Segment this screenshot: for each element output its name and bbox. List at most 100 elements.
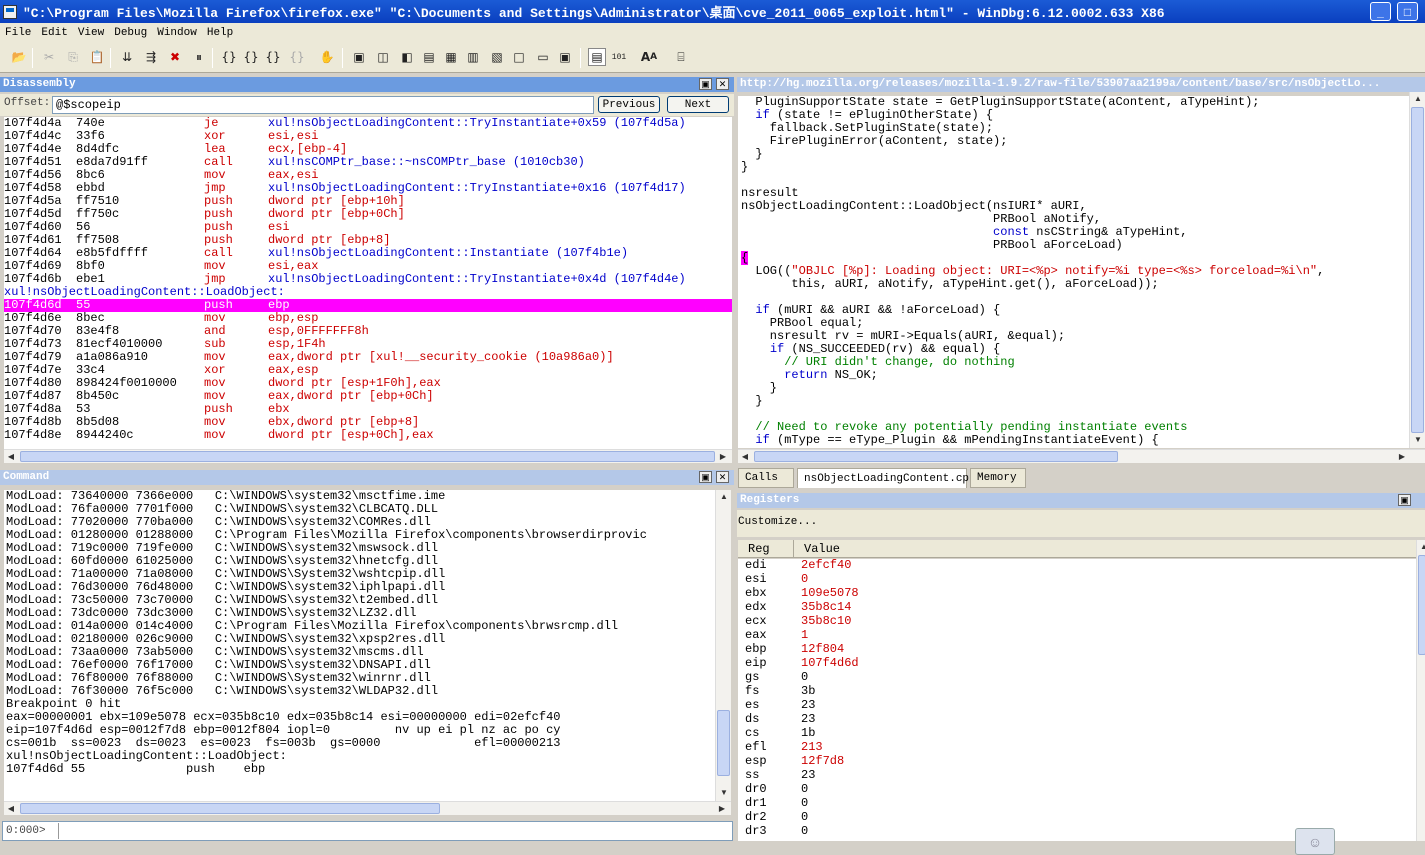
source-mode-icon[interactable]: ▤ xyxy=(588,48,606,66)
maximize-button[interactable]: □ xyxy=(1397,2,1418,21)
next-button[interactable]: Next xyxy=(667,96,729,113)
minimize-button[interactable]: _ xyxy=(1370,2,1391,21)
registers-window-icon[interactable]: ▤ xyxy=(420,48,438,66)
options-icon[interactable]: ▣ xyxy=(556,48,574,66)
register-row[interactable]: dr0 0 xyxy=(738,783,1416,797)
command-close-icon[interactable]: ✕ xyxy=(716,471,729,483)
source-view[interactable]: PluginSupportState state = GetPluginSupp… xyxy=(738,96,1409,448)
source-line[interactable]: FirePluginError(aContent, state); xyxy=(741,135,1409,148)
previous-button[interactable]: Previous xyxy=(598,96,660,113)
disassembly-row[interactable]: 107f4d5d ff750c push dword ptr [ebp+0Ch] xyxy=(4,208,732,221)
register-row[interactable]: eax 1 xyxy=(738,629,1416,643)
command-hscroll[interactable]: ◀ ▶ xyxy=(4,801,731,815)
offset-input[interactable] xyxy=(52,96,594,114)
menu-debug[interactable]: Debug xyxy=(109,27,152,39)
source-line[interactable]: PRBool aForceLoad) xyxy=(741,239,1409,252)
current-instruction-row[interactable]: 107f4d6d 55 push ebp xyxy=(4,299,732,312)
register-value[interactable]: 3b xyxy=(801,685,815,698)
menu-window[interactable]: Window xyxy=(152,27,202,39)
memory-window-icon[interactable]: ▦ xyxy=(442,48,460,66)
source-vscroll[interactable]: ▲ ▼ xyxy=(1409,92,1425,448)
hex-mode-icon[interactable]: 101 xyxy=(610,48,628,66)
register-row[interactable]: ebp 12f804 xyxy=(738,643,1416,657)
command-vscroll[interactable]: ▲ ▼ xyxy=(715,490,731,801)
value-column-header[interactable]: Value xyxy=(804,543,840,556)
register-value[interactable]: 107f4d6d xyxy=(801,657,859,670)
options-dialog-icon[interactable]: ⌸ xyxy=(672,48,690,66)
cut-icon[interactable]: ✂ xyxy=(40,48,58,66)
registers-list[interactable]: edi 2efcf40 esi 0 ebx 109e5078 edx 35b8c14 ecx 35… xyxy=(738,559,1416,841)
register-row[interactable]: efl 213 xyxy=(738,741,1416,755)
disassembly-row[interactable]: 107f4d64 e8b5fdffff call xul!nsObjectLoadin… xyxy=(4,247,732,260)
register-row[interactable]: dr1 0 xyxy=(738,797,1416,811)
menu-edit[interactable]: Edit xyxy=(36,27,72,39)
register-value[interactable]: 35b8c14 xyxy=(801,601,851,614)
register-row[interactable]: fs 3b xyxy=(738,685,1416,699)
disassembly-row[interactable]: 107f4d51 e8da7d91ff call xul!nsCOMPtr_base:… xyxy=(4,156,732,169)
processes-threads-icon[interactable]: ▭ xyxy=(534,48,552,66)
restart-icon[interactable]: ⇶ xyxy=(142,48,160,66)
register-row[interactable]: cs 1b xyxy=(738,727,1416,741)
register-row[interactable]: ebx 109e5078 xyxy=(738,587,1416,601)
source-line[interactable]: return NS_OK; xyxy=(741,369,1409,382)
menu-file[interactable]: File xyxy=(0,27,36,39)
register-value[interactable]: 1b xyxy=(801,727,815,740)
disassembly-view[interactable]: 107f4d4a 740e je xul!nsObjectLoadingContent… xyxy=(4,117,732,449)
source-title-bar[interactable]: http://hg.mozilla.org/releases/mozilla-1… xyxy=(737,77,1425,92)
stop-debugging-icon[interactable]: ✖ xyxy=(166,48,184,66)
register-value[interactable]: 0 xyxy=(801,825,808,838)
scratch-pad-icon[interactable]: □ xyxy=(510,48,528,66)
tab-memory[interactable]: Memory xyxy=(970,468,1026,488)
register-value[interactable]: 23 xyxy=(801,713,815,726)
disassembly-hscroll[interactable]: ◀ ▶ xyxy=(4,449,732,463)
watch-window-icon[interactable]: ◫ xyxy=(374,48,392,66)
disassembly-row[interactable]: 107f4d87 8b450c mov eax,dword ptr [ebp+0Ch] xyxy=(4,390,732,403)
menu-view[interactable]: View xyxy=(73,27,109,39)
register-value[interactable]: 0 xyxy=(801,783,808,796)
step-out-icon[interactable]: {} xyxy=(264,48,282,66)
register-value[interactable]: 23 xyxy=(801,699,815,712)
reg-column-header[interactable]: Reg xyxy=(748,543,770,556)
paste-icon[interactable]: 📋 xyxy=(88,48,106,66)
command-window-icon[interactable]: ▣ xyxy=(350,48,368,66)
source-line[interactable]: if (mType == eType_Plugin && mPendingIns… xyxy=(741,434,1409,447)
step-into-icon[interactable]: {} xyxy=(220,48,238,66)
registers-vscroll[interactable]: ▲ xyxy=(1416,540,1425,841)
register-value[interactable]: 0 xyxy=(801,811,808,824)
source-line[interactable]: } xyxy=(741,161,1409,174)
command-dock-icon[interactable]: ▣ xyxy=(699,471,712,483)
register-value[interactable]: 12f804 xyxy=(801,643,844,656)
registers-dock-icon[interactable]: ▣ xyxy=(1398,494,1411,506)
disassembly-row[interactable]: xul!nsObjectLoadingContent::LoadObject: xyxy=(4,286,732,299)
register-row[interactable]: esp 12f7d8 xyxy=(738,755,1416,769)
register-row[interactable]: eip 107f4d6d xyxy=(738,657,1416,671)
tab-source-file[interactable]: nsObjectLoadingContent.cpp xyxy=(797,468,976,488)
disassembly-dock-icon[interactable]: ▣ xyxy=(699,78,712,90)
command-input[interactable] xyxy=(58,823,730,839)
register-value[interactable]: 0 xyxy=(801,797,808,810)
disassembly-row[interactable]: 107f4d79 a1a086a910 mov eax,dword ptr [xul!… xyxy=(4,351,732,364)
register-row[interactable]: ss 23 xyxy=(738,769,1416,783)
command-title-bar[interactable]: Command xyxy=(0,470,734,485)
call-stack-window-icon[interactable]: ▥ xyxy=(464,48,482,66)
register-row[interactable]: dr2 0 xyxy=(738,811,1416,825)
tab-calls[interactable]: Calls xyxy=(738,468,794,488)
register-value[interactable]: 12f7d8 xyxy=(801,755,844,768)
registers-title-bar[interactable]: Registers xyxy=(737,493,1425,508)
register-row[interactable]: ecx 35b8c10 xyxy=(738,615,1416,629)
source-line[interactable]: } xyxy=(741,382,1409,395)
qq-tray-icon[interactable]: ☺ xyxy=(1295,828,1335,855)
source-hscroll[interactable]: ◀ ▶ xyxy=(738,449,1425,463)
step-over-icon[interactable]: {} xyxy=(242,48,260,66)
register-row[interactable]: esi 0 xyxy=(738,573,1416,587)
register-row[interactable]: es 23 xyxy=(738,699,1416,713)
register-value[interactable]: 0 xyxy=(801,573,808,586)
register-value[interactable]: 35b8c10 xyxy=(801,615,851,628)
register-value[interactable]: 23 xyxy=(801,769,815,782)
run-to-cursor-icon[interactable]: {} xyxy=(288,48,306,66)
hand-icon[interactable]: ✋ xyxy=(318,48,336,66)
register-value[interactable]: 1 xyxy=(801,629,808,642)
register-row[interactable]: edi 2efcf40 xyxy=(738,559,1416,573)
disassembly-window-icon[interactable]: ▧ xyxy=(488,48,506,66)
disassembly-row[interactable]: 107f4d8e 8944240c mov dword ptr [esp+0Ch],e… xyxy=(4,429,732,442)
